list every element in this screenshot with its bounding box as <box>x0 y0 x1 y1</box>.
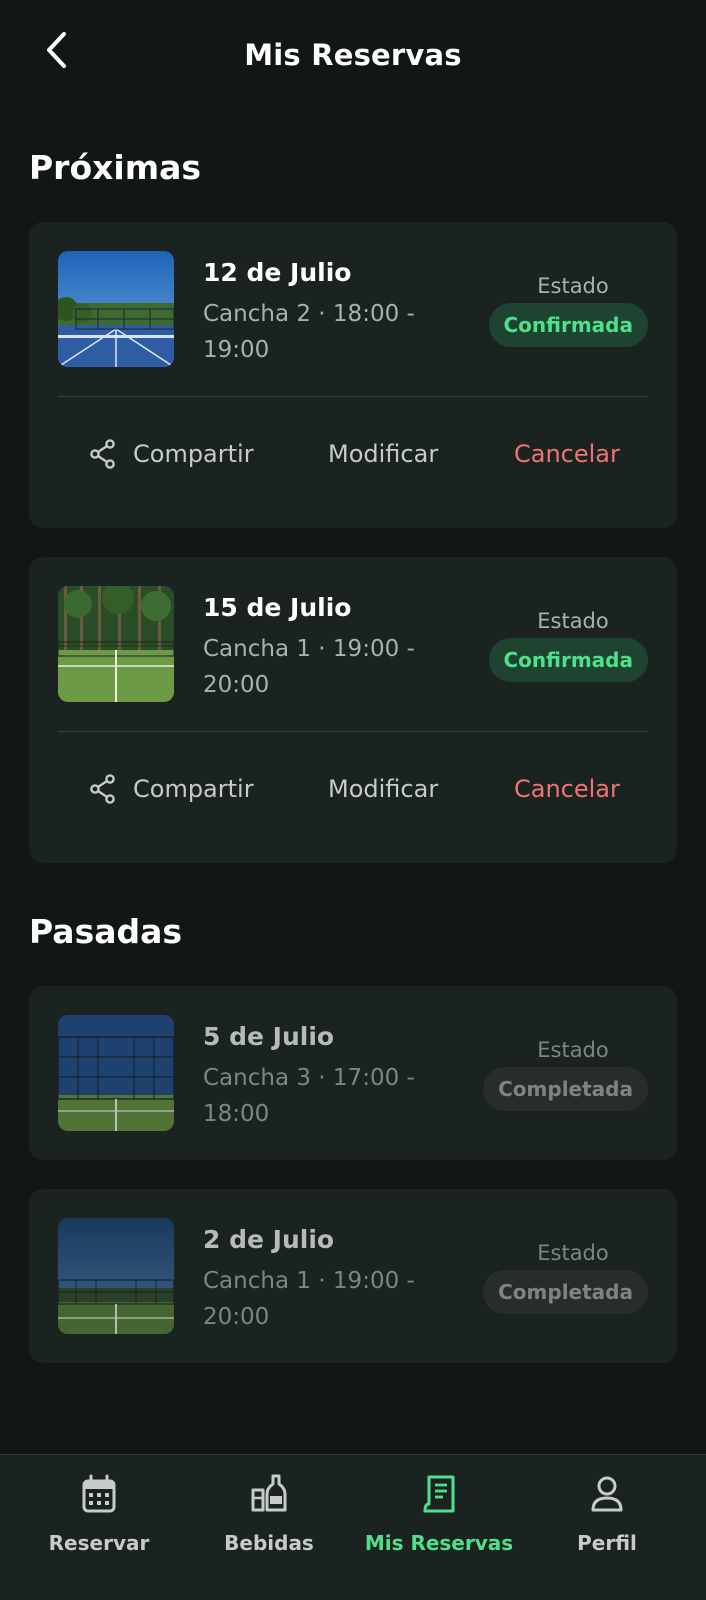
status-label: Estado <box>537 1241 609 1265</box>
share-icon <box>90 439 115 469</box>
bottom-navigation: Reservar Bebidas Mis Reservas Perfil <box>0 1454 706 1600</box>
card-actions: Compartir Modificar Cancelar <box>29 426 677 482</box>
share-label: Compartir <box>133 440 254 468</box>
past-reservation-card[interactable]: 2 de Julio Cancha 1 · 19:00 - 20:00 Esta… <box>29 1189 677 1363</box>
reservation-card[interactable]: 15 de Julio Cancha 1 · 19:00 - 20:00 Est… <box>29 557 677 863</box>
nav-label: Perfil <box>577 1531 637 1555</box>
status-badge: Completada <box>483 1270 648 1314</box>
status-badge: Confirmada <box>488 303 648 347</box>
reservation-details: Cancha 3 · 17:00 - 18:00 <box>203 1065 415 1127</box>
nav-item-reservar[interactable]: Reservar <box>14 1471 184 1571</box>
share-label: Compartir <box>133 775 254 803</box>
card-divider <box>58 396 648 397</box>
status-label: Estado <box>537 609 609 633</box>
modify-button[interactable]: Modificar <box>328 426 438 482</box>
nav-label: Mis Reservas <box>364 1531 514 1555</box>
reservation-details: Cancha 1 · 19:00 - 20:00 <box>203 1268 415 1330</box>
reservation-details: Cancha 1 · 19:00 - 20:00 <box>203 636 415 698</box>
share-button[interactable]: Compartir <box>89 761 254 817</box>
cancel-button[interactable]: Cancelar <box>514 761 620 817</box>
reservation-date: 15 de Julio <box>203 593 352 622</box>
court-thumbnail <box>58 1015 174 1131</box>
section-title-upcoming: Próximas <box>29 148 202 187</box>
court-thumbnail <box>58 251 174 367</box>
receipt-icon <box>423 1475 455 1513</box>
past-reservation-card[interactable]: 5 de Julio Cancha 3 · 17:00 - 18:00 Esta… <box>29 986 677 1160</box>
court-thumbnail <box>58 1218 174 1334</box>
nav-item-perfil[interactable]: Perfil <box>522 1471 692 1571</box>
app-header: Mis Reservas <box>0 0 706 118</box>
user-icon <box>591 1476 623 1512</box>
section-title-past: Pasadas <box>29 912 183 951</box>
nav-label: Reservar <box>48 1531 150 1555</box>
card-actions: Compartir Modificar Cancelar <box>29 761 677 817</box>
nav-item-mis-reservas[interactable]: Mis Reservas <box>354 1471 524 1571</box>
share-button[interactable]: Compartir <box>89 426 254 482</box>
reservation-date: 2 de Julio <box>203 1225 335 1254</box>
nav-item-bebidas[interactable]: Bebidas <box>184 1471 354 1571</box>
nav-label: Bebidas <box>224 1531 314 1555</box>
card-divider <box>58 731 648 732</box>
status-label: Estado <box>537 1038 609 1062</box>
calendar-icon <box>82 1474 116 1513</box>
status-badge: Completada <box>483 1067 648 1111</box>
share-icon <box>90 774 115 804</box>
drinks-icon <box>251 1474 287 1512</box>
court-thumbnail <box>58 586 174 702</box>
reservation-date: 12 de Julio <box>203 258 352 287</box>
reservation-date: 5 de Julio <box>203 1022 335 1051</box>
cancel-button[interactable]: Cancelar <box>514 426 620 482</box>
page-title: Mis Reservas <box>244 38 462 72</box>
reservation-card[interactable]: 12 de Julio Cancha 2 · 18:00 - 19:00 Est… <box>29 222 677 528</box>
modify-button[interactable]: Modificar <box>328 761 438 817</box>
reservation-details: Cancha 2 · 18:00 - 19:00 <box>203 301 415 363</box>
status-badge: Confirmada <box>488 638 648 682</box>
status-label: Estado <box>537 274 609 298</box>
